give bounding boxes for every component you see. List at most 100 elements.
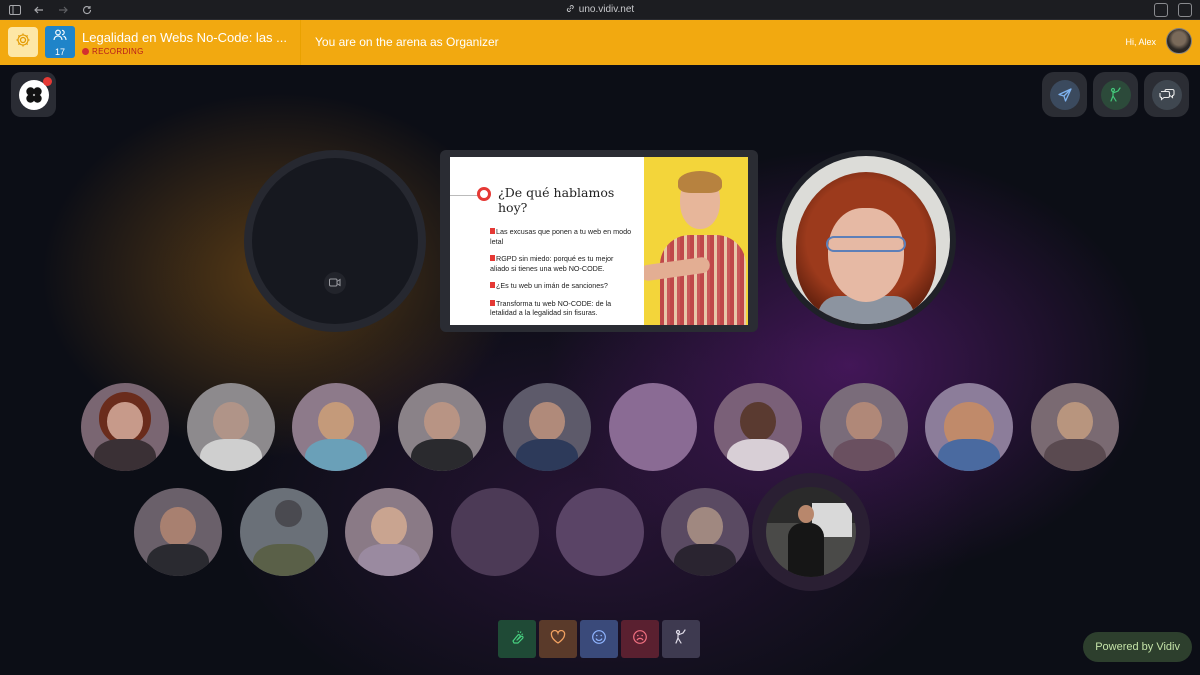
user-avatar[interactable] xyxy=(1166,28,1192,54)
powered-by-text: Powered by Vidiv xyxy=(1095,641,1180,653)
audience-avatar-empty[interactable] xyxy=(609,383,697,471)
reaction-clap-button[interactable] xyxy=(498,620,536,658)
avatar-face xyxy=(1057,402,1093,442)
participant-count: 17 xyxy=(54,46,65,57)
vidiv-logo-button[interactable] xyxy=(11,72,56,117)
raise-hand-button[interactable] xyxy=(1093,72,1138,117)
slide-bullet: ¿Es tu web un imán de sanciones? xyxy=(490,281,632,291)
speaker-face xyxy=(828,208,904,302)
forward-icon[interactable] xyxy=(56,3,70,17)
speaker-glasses xyxy=(826,236,906,252)
event-title-block: Legalidad en Webs No-Code: las ... RECOR… xyxy=(82,30,292,56)
audience-avatar[interactable] xyxy=(1031,383,1119,471)
my-audience-seat[interactable] xyxy=(752,473,870,591)
avatar-face xyxy=(740,402,776,442)
recording-dot-icon xyxy=(82,48,89,55)
avatar-body xyxy=(516,439,578,471)
my-video xyxy=(766,487,856,577)
browser-nav xyxy=(8,3,94,17)
slide-photo-shirt xyxy=(660,235,746,325)
chat-button[interactable] xyxy=(1144,72,1189,117)
browser-chrome: uno.vidiv.net xyxy=(0,0,1200,20)
avatar-body xyxy=(200,439,262,471)
avatar-face xyxy=(687,507,723,547)
avatar-face xyxy=(213,402,249,442)
link-icon xyxy=(566,4,575,16)
avatar-body xyxy=(358,544,420,576)
slide-bullet: RGPD sin miedo: porqué es tu mejor aliad… xyxy=(490,254,614,273)
audience-avatar[interactable] xyxy=(187,383,275,471)
avatar-face xyxy=(846,402,882,442)
audience-avatar[interactable] xyxy=(81,383,169,471)
url-text: uno.vidiv.net xyxy=(578,4,635,15)
audience-avatar[interactable] xyxy=(240,488,328,576)
audience-avatar[interactable] xyxy=(134,488,222,576)
presentation-slide: ¿De qué hablamos hoy? Las excusas que po… xyxy=(450,157,748,325)
send-button[interactable] xyxy=(1042,72,1087,117)
flag-icon xyxy=(490,299,495,306)
tabs-icon[interactable] xyxy=(1178,3,1192,17)
event-title: Legalidad en Webs No-Code: las ... xyxy=(82,30,287,45)
notification-badge xyxy=(42,76,52,86)
slide-photo-hair xyxy=(678,171,722,193)
avatar-face xyxy=(529,402,565,442)
audience-avatar[interactable] xyxy=(398,383,486,471)
slide-heading: ¿De qué hablamos hoy? xyxy=(498,185,615,215)
audience-avatar[interactable] xyxy=(925,383,1013,471)
slide-bullet-list: Las excusas que ponen a tu web en modo l… xyxy=(490,227,632,318)
event-topbar: 17 Legalidad en Webs No-Code: las ... RE… xyxy=(0,20,1200,65)
avatar-face xyxy=(107,402,143,442)
reaction-wave-button[interactable] xyxy=(662,620,700,658)
heart-icon xyxy=(550,629,566,649)
address-bar[interactable]: uno.vidiv.net xyxy=(566,4,634,16)
audience-avatar[interactable] xyxy=(661,488,749,576)
avatar-body xyxy=(94,439,156,471)
camera-icon[interactable] xyxy=(324,271,346,294)
smile-icon xyxy=(591,629,607,650)
stage-seat-empty[interactable] xyxy=(244,150,426,332)
avatar-body xyxy=(305,439,367,471)
avatar-face xyxy=(160,507,196,547)
stage-speaker-video[interactable] xyxy=(776,150,956,330)
reaction-frown-button[interactable] xyxy=(621,620,659,658)
audience-avatar-empty[interactable] xyxy=(556,488,644,576)
avatar-body xyxy=(253,544,315,576)
browser-right-tools xyxy=(1154,3,1192,17)
slide-photo xyxy=(644,157,748,325)
clap-icon xyxy=(509,629,525,650)
people-icon xyxy=(53,28,67,46)
reactions-bar xyxy=(498,620,700,658)
audience-avatar[interactable] xyxy=(345,488,433,576)
avatar-body xyxy=(674,544,736,576)
recording-label: RECORDING xyxy=(92,47,144,56)
avatar-body xyxy=(147,544,209,576)
avatar-face xyxy=(371,507,407,547)
flag-icon xyxy=(490,228,495,234)
audience-avatar[interactable] xyxy=(503,383,591,471)
slide-bullet: Transforma tu web NO-CODE: de la letalid… xyxy=(490,298,612,317)
audience-avatar[interactable] xyxy=(292,383,380,471)
audience-avatar-empty[interactable] xyxy=(451,488,539,576)
participants-button[interactable]: 17 xyxy=(45,26,75,58)
avatar-body xyxy=(727,439,789,471)
slide-bullet: Las excusas que ponen a tu web en modo l… xyxy=(490,227,632,246)
flag-icon xyxy=(490,255,495,261)
shared-presentation[interactable]: ¿De qué hablamos hoy? Las excusas que po… xyxy=(440,150,758,332)
audience-avatar[interactable] xyxy=(820,383,908,471)
reaction-heart-button[interactable] xyxy=(539,620,577,658)
speaker-photo xyxy=(782,156,950,324)
reader-icon[interactable] xyxy=(1154,3,1168,17)
user-greeting: Hi, Alex xyxy=(1125,37,1156,47)
topbar-divider xyxy=(300,20,301,65)
reload-icon[interactable] xyxy=(80,3,94,17)
gear-icon xyxy=(15,32,31,53)
powered-by-badge[interactable]: Powered by Vidiv xyxy=(1083,632,1192,662)
audience-avatar[interactable] xyxy=(714,383,802,471)
slide-rule xyxy=(450,195,478,196)
back-icon[interactable] xyxy=(32,3,46,17)
settings-button[interactable] xyxy=(8,27,38,57)
sidebar-toggle-icon[interactable] xyxy=(8,3,22,17)
avatar-face xyxy=(424,402,460,442)
wave-person-icon xyxy=(1100,79,1131,110)
reaction-smile-button[interactable] xyxy=(580,620,618,658)
